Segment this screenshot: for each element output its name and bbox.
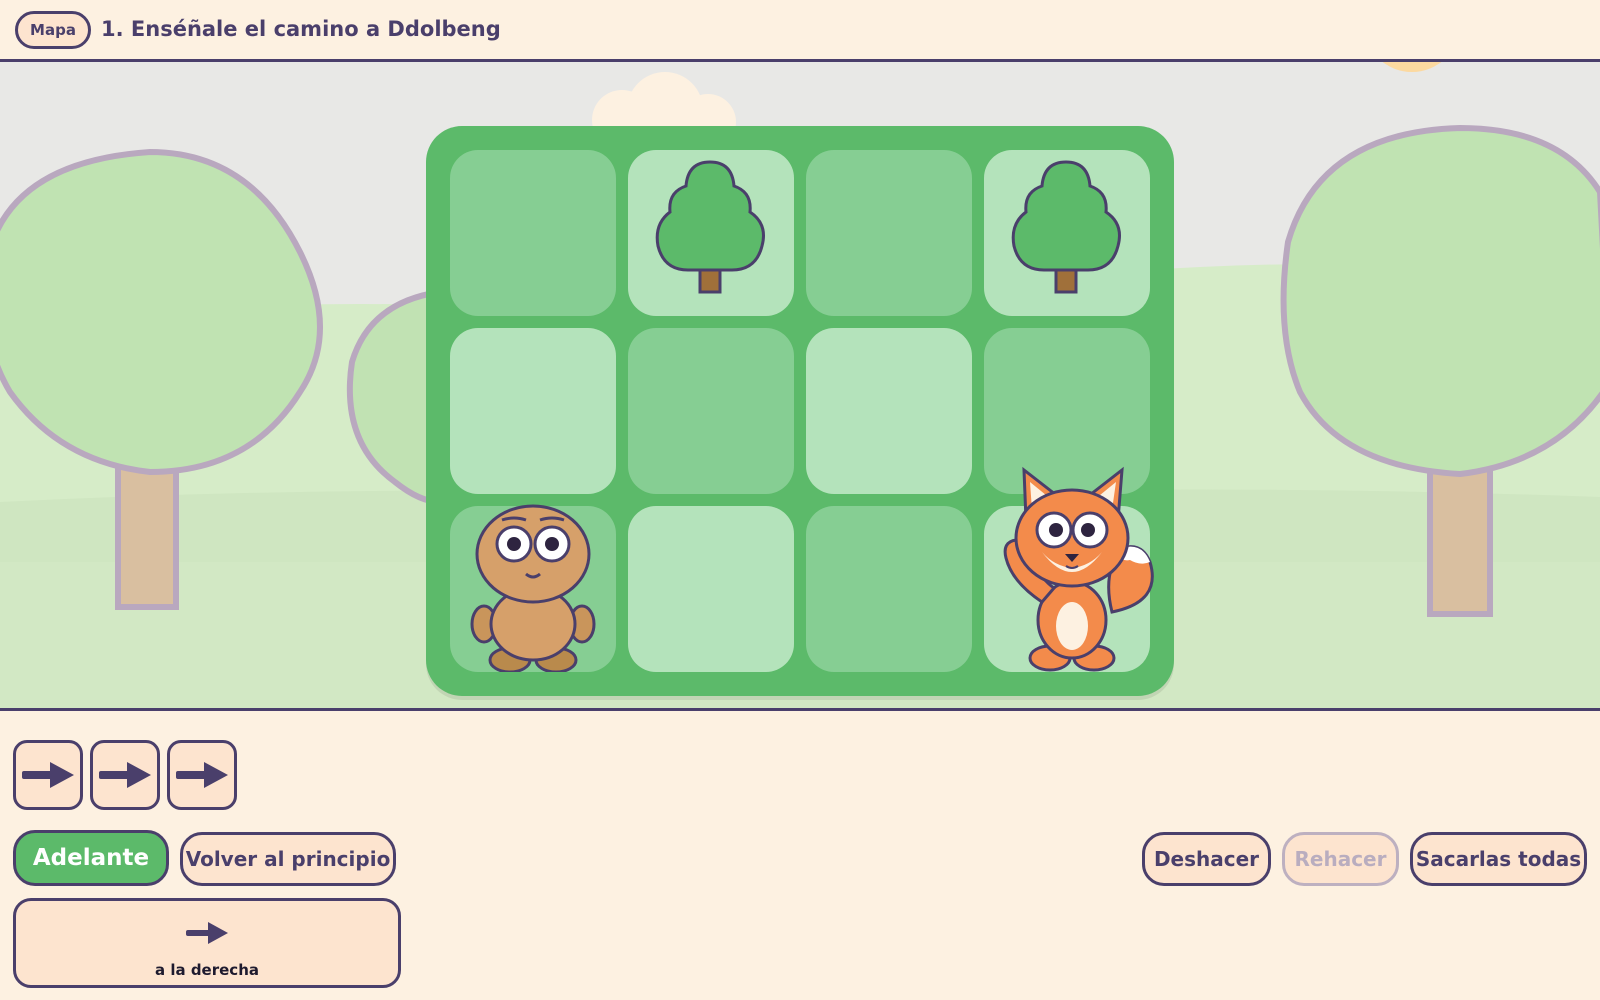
reset-button[interactable]: Volver al principio (180, 832, 396, 886)
grid-cell (628, 328, 794, 494)
grid-cell (806, 328, 972, 494)
ddolbeng-character-icon (470, 504, 596, 672)
clear-all-button[interactable]: Sacarlas todas (1410, 832, 1587, 886)
grid-cell (450, 328, 616, 494)
grid-cell (450, 150, 616, 316)
program-command-card[interactable] (90, 740, 160, 810)
tree-icon (1011, 160, 1121, 294)
grid-cell (806, 150, 972, 316)
map-button[interactable]: Mapa (15, 11, 91, 49)
right-arrow-icon (176, 762, 228, 788)
grid-cell (806, 506, 972, 672)
game-board (426, 126, 1174, 696)
redo-button: Rehacer (1282, 832, 1399, 886)
run-button[interactable]: Adelante (13, 830, 169, 886)
grid-cell (628, 150, 794, 316)
right-arrow-icon (99, 762, 151, 788)
undo-button[interactable]: Deshacer (1142, 832, 1271, 886)
grid-cell (984, 150, 1150, 316)
header-bar: Mapa 1. Enséñale el camino a Ddolbeng (0, 0, 1600, 62)
command-palette-right[interactable]: a la derecha (13, 898, 401, 988)
level-title: 1. Enséñale el camino a Ddolbeng (101, 17, 501, 41)
program-command-card[interactable] (167, 740, 237, 810)
program-command-card[interactable] (13, 740, 83, 810)
fox-goal-icon (1003, 466, 1154, 672)
tree-icon (655, 160, 765, 294)
right-arrow-icon (22, 762, 74, 788)
grid-cell (628, 506, 794, 672)
right-arrow-icon (186, 922, 228, 944)
command-label: a la derecha (154, 961, 259, 979)
